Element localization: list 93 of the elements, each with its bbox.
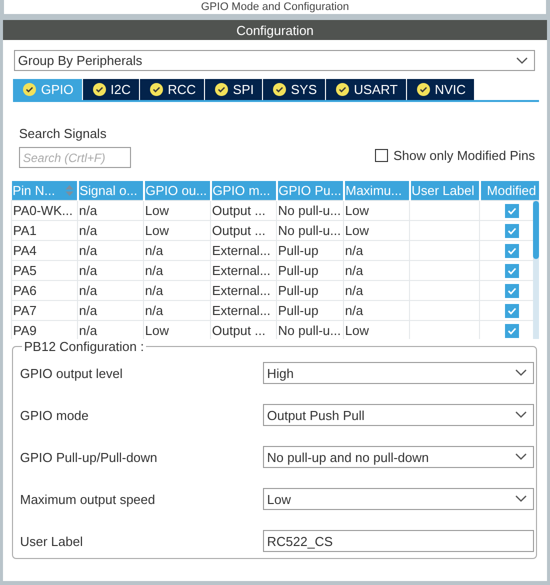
table-cell: PA0-WK... (12, 200, 78, 220)
table-cell: Pull-up (276, 260, 344, 280)
check-circle-icon (272, 83, 286, 96)
tab[interactable]: SPI (204, 79, 262, 100)
modified-checkbox[interactable] (504, 324, 518, 338)
dropdown[interactable]: Output Push Pull (263, 404, 534, 426)
table-cell: n/a (344, 260, 410, 280)
table-cell: Low (144, 320, 210, 339)
sort-icon (64, 184, 74, 197)
table-cell: n/a (78, 200, 144, 220)
check-icon (506, 286, 516, 296)
table-cell: PA5 (12, 260, 78, 280)
dropdown[interactable]: Low (263, 488, 534, 510)
modified-checkbox[interactable] (504, 264, 518, 278)
chevron-down-icon (515, 495, 527, 503)
table-cell: n/a (78, 320, 144, 339)
panel-title: Configuration (236, 22, 314, 38)
check-circle-icon (416, 83, 430, 96)
table-cell: Output ... (210, 220, 276, 240)
table-cell: n/a (344, 280, 410, 300)
field-label: Maximum output speed (20, 492, 156, 506)
check-icon (506, 226, 516, 236)
field-label: GPIO mode (20, 408, 89, 422)
check-icon (506, 206, 516, 216)
modified-checkbox[interactable] (504, 304, 518, 318)
chevron-down-icon (515, 369, 527, 377)
table-cell: Pull-up (276, 240, 344, 260)
check-icon (506, 266, 516, 276)
table-cell: n/a (78, 220, 144, 240)
check-circle-icon (92, 83, 106, 96)
dropdown[interactable]: No pull-up and no pull-down (263, 446, 534, 468)
table-cell: No pull-u... (276, 220, 344, 240)
tab[interactable]: SYS (262, 79, 325, 100)
table-cell: n/a (344, 240, 410, 260)
tab[interactable]: I2C (82, 79, 139, 100)
table-cell: n/a (78, 300, 144, 320)
table-cell: Low (344, 200, 410, 220)
table-cell: External... (210, 280, 276, 300)
check-circle-icon (150, 83, 163, 96)
show-modified-checkbox[interactable]: Show only Modified Pins (375, 148, 535, 163)
table-cell: PA9 (12, 320, 78, 339)
table-cell: Pull-up (276, 280, 344, 300)
table-cell: Low (144, 220, 210, 240)
modified-checkbox[interactable] (504, 244, 518, 258)
table-cell: PA6 (12, 280, 78, 300)
check-circle-icon (336, 83, 349, 96)
field-label: GPIO output level (20, 366, 123, 380)
modified-checkbox[interactable] (504, 204, 518, 218)
modified-checkbox[interactable] (504, 284, 518, 298)
check-circle-icon (23, 83, 36, 96)
chevron-down-icon (515, 411, 527, 419)
check-icon (506, 246, 516, 256)
check-icon (506, 326, 516, 336)
table-cell: n/a (144, 280, 210, 300)
search-field[interactable]: Search (Crtl+F) (19, 147, 131, 168)
input-field[interactable]: RC522_CS (263, 530, 534, 552)
table-cell: n/a (78, 240, 144, 260)
table-cell: n/a (144, 240, 210, 260)
table-cell: n/a (78, 280, 144, 300)
table-cell: n/a (344, 300, 410, 320)
field-label: GPIO Pull-up/Pull-down (20, 450, 158, 464)
table-cell: External... (210, 300, 276, 320)
tab[interactable]: NVIC (406, 79, 474, 100)
table-cell: External... (210, 260, 276, 280)
modified-checkbox[interactable] (504, 224, 518, 238)
window-title: GPIO Mode and Configuration (201, 1, 349, 14)
config-title: PB12 Configuration : (23, 339, 145, 354)
table-cell: Low (344, 320, 410, 339)
scrollbar[interactable] (533, 201, 539, 339)
check-icon (506, 306, 516, 316)
table-cell: n/a (144, 300, 210, 320)
table-cell: No pull-u... (276, 320, 344, 339)
table-cell: PA4 (12, 240, 78, 260)
search-label: Search Signals (19, 126, 108, 141)
dropdown[interactable]: High (263, 362, 534, 384)
table-cell: Pull-up (276, 300, 344, 320)
tab[interactable]: RCC (140, 79, 204, 100)
table-cell: n/a (144, 260, 210, 280)
chevron-down-icon (516, 56, 528, 64)
table-cell: Output ... (210, 320, 276, 339)
table-cell: PA1 (12, 220, 78, 240)
table-cell: No pull-u... (276, 200, 344, 220)
table-cell: Low (144, 200, 210, 220)
table-cell: External... (210, 240, 276, 260)
table-cell: PA7 (12, 300, 78, 320)
field-label: User Label (20, 534, 83, 548)
group-by-dropdown[interactable]: Group By Peripherals (14, 50, 535, 71)
tab[interactable]: USART (326, 79, 406, 100)
table-cell: Output ... (210, 200, 276, 220)
table-cell: Low (344, 220, 410, 240)
table-cell: n/a (78, 260, 144, 280)
chevron-down-icon (515, 453, 527, 461)
check-circle-icon (214, 83, 228, 96)
